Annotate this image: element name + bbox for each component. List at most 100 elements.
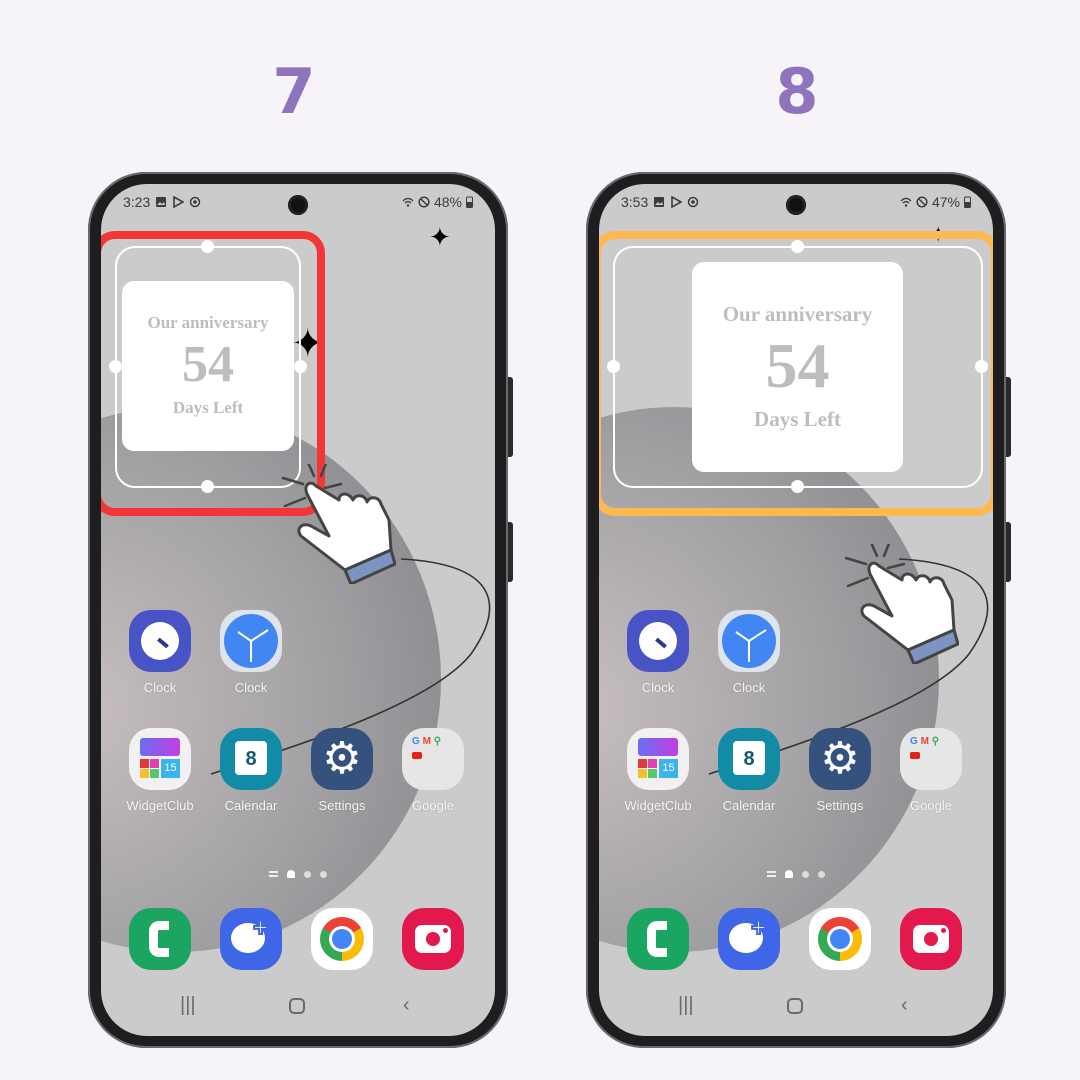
dock-camera[interactable] xyxy=(393,908,473,970)
phone-icon xyxy=(129,908,191,970)
dock-messages[interactable]: + xyxy=(709,908,789,970)
dock-phone[interactable] xyxy=(618,908,698,970)
home-page-indicator xyxy=(287,870,295,878)
resize-handle-left[interactable] xyxy=(606,359,620,373)
app-clock-samsung[interactable]: Clock xyxy=(120,610,200,695)
home-screen: 3:23 48% ✦ ✦ Our anniversary 54 Days Lef… xyxy=(101,184,495,1036)
google-folder-icon: G M ⚲ xyxy=(402,728,464,790)
page-indicator[interactable] xyxy=(599,870,993,878)
resize-handle-right[interactable] xyxy=(974,359,988,373)
phone-icon xyxy=(627,908,689,970)
google-folder-icon: G M ⚲ xyxy=(900,728,962,790)
app-clock-google[interactable]: Clock xyxy=(211,610,291,695)
widgetclub-icon: 15 xyxy=(627,728,689,790)
play-store-icon xyxy=(671,196,683,208)
sparkle-icon: ✦ xyxy=(429,222,451,252)
calendar-icon: 8 xyxy=(220,728,282,790)
power-button xyxy=(1006,522,1011,582)
home-screen: 3:53 47% ✦ Our anniversary 54 Days Left xyxy=(599,184,993,1036)
battery-icon xyxy=(466,196,473,208)
battery-percent: 48% xyxy=(433,194,462,210)
pointing-hand-icon xyxy=(281,464,396,584)
widget-subtitle: Days Left xyxy=(754,407,841,431)
volume-button xyxy=(1006,377,1011,457)
resize-handle-right[interactable] xyxy=(293,359,307,373)
resize-handle-bottom[interactable] xyxy=(200,479,214,493)
gallery-icon xyxy=(654,197,665,207)
apps-list-indicator xyxy=(767,871,776,877)
camera-icon xyxy=(402,908,464,970)
back-button[interactable]: ‹ xyxy=(403,994,410,1017)
gear-icon: ⚙ xyxy=(311,728,373,790)
page-dot xyxy=(818,870,825,878)
page-dot xyxy=(304,870,311,878)
gear-icon: ⚙ xyxy=(809,728,871,790)
app-settings[interactable]: ⚙ Settings xyxy=(302,728,382,813)
step-number-7: 7 xyxy=(272,55,316,128)
wifi-icon xyxy=(402,197,414,207)
page-indicator[interactable] xyxy=(101,870,495,878)
step-number-8: 8 xyxy=(775,55,819,128)
do-not-disturb-icon xyxy=(916,196,928,208)
phone-step-7: 3:23 48% ✦ ✦ Our anniversary 54 Days Lef… xyxy=(88,172,513,1048)
widget-count: 54 xyxy=(765,330,830,401)
resize-handle-top[interactable] xyxy=(200,239,214,253)
navigation-bar: ||| ‹ xyxy=(599,992,993,1022)
dock-messages[interactable]: + xyxy=(211,908,291,970)
status-time: 3:53 xyxy=(621,194,649,210)
dock-chrome[interactable] xyxy=(302,908,382,970)
app-google-folder[interactable]: G M ⚲ Google xyxy=(891,728,971,813)
app-clock-samsung[interactable]: Clock xyxy=(618,610,698,695)
battery-percent: 47% xyxy=(931,194,960,210)
chrome-icon xyxy=(809,908,871,970)
front-camera xyxy=(288,195,308,215)
status-time: 3:23 xyxy=(123,194,151,210)
dock-camera[interactable] xyxy=(891,908,971,970)
home-button[interactable] xyxy=(289,998,305,1014)
battery-icon xyxy=(964,196,971,208)
play-store-icon xyxy=(173,196,185,208)
sync-icon xyxy=(190,196,201,208)
app-clock-google[interactable]: Clock xyxy=(709,610,789,695)
page-dot xyxy=(802,870,809,878)
home-page-indicator xyxy=(785,870,793,878)
phone-step-8: 3:53 47% ✦ Our anniversary 54 Days Left xyxy=(586,172,1011,1048)
page-dot xyxy=(320,870,327,878)
power-button xyxy=(508,522,513,582)
dock-phone[interactable] xyxy=(120,908,200,970)
samsung-clock-icon xyxy=(627,610,689,672)
recent-apps-button[interactable]: ||| xyxy=(678,994,694,1017)
app-settings[interactable]: ⚙ Settings xyxy=(800,728,880,813)
volume-button xyxy=(508,377,513,457)
apps-list-indicator xyxy=(269,871,278,877)
sync-icon xyxy=(688,196,699,208)
messages-icon: + xyxy=(220,908,282,970)
google-clock-icon xyxy=(718,610,780,672)
app-calendar[interactable]: 8 Calendar xyxy=(211,728,291,813)
camera-icon xyxy=(900,908,962,970)
messages-icon: + xyxy=(718,908,780,970)
app-calendar[interactable]: 8 Calendar xyxy=(709,728,789,813)
do-not-disturb-icon xyxy=(418,196,430,208)
widget-subtitle: Days Left xyxy=(172,398,244,417)
widgetclub-icon: 15 xyxy=(129,728,191,790)
anniversary-widget[interactable]: Our anniversary 54 Days Left xyxy=(122,281,294,451)
home-button[interactable] xyxy=(787,998,803,1014)
back-button[interactable]: ‹ xyxy=(901,994,908,1017)
resize-handle-bottom[interactable] xyxy=(790,479,804,493)
widget-title: Our anniversary xyxy=(147,313,269,333)
front-camera xyxy=(786,195,806,215)
dock-chrome[interactable] xyxy=(800,908,880,970)
wifi-icon xyxy=(900,197,912,207)
google-clock-icon xyxy=(220,610,282,672)
resize-handle-left[interactable] xyxy=(108,359,122,373)
app-google-folder[interactable]: G M ⚲ Google xyxy=(393,728,473,813)
anniversary-widget[interactable]: Our anniversary 54 Days Left xyxy=(692,262,903,472)
resize-handle-top[interactable] xyxy=(790,239,804,253)
gallery-icon xyxy=(156,197,167,207)
calendar-icon: 8 xyxy=(718,728,780,790)
recent-apps-button[interactable]: ||| xyxy=(180,994,196,1017)
app-widgetclub[interactable]: 15 WidgetClub xyxy=(120,728,200,813)
app-widgetclub[interactable]: 15 WidgetClub xyxy=(618,728,698,813)
chrome-icon xyxy=(311,908,373,970)
